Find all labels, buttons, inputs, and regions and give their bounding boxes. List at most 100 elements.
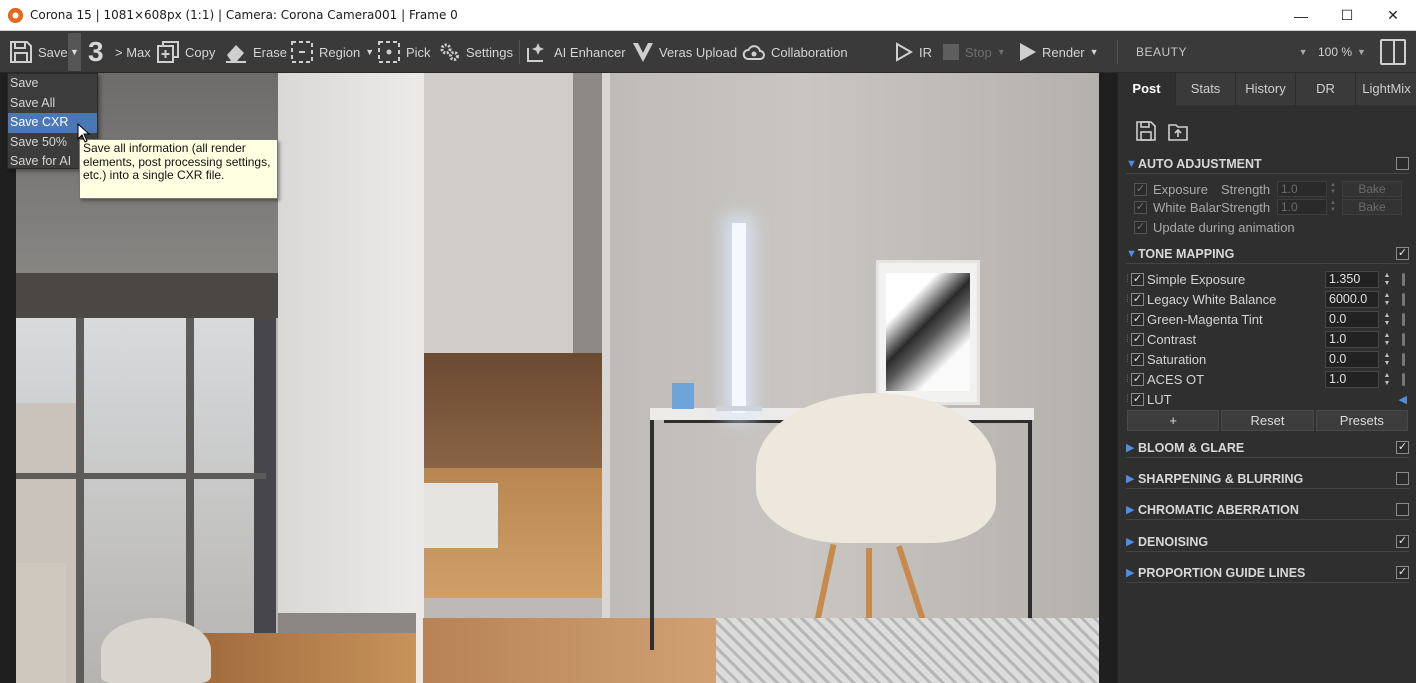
row-value-field[interactable]: 1.350	[1325, 271, 1379, 288]
section-chromatic-aberration[interactable]: ▶ CHROMATIC ABERRATION	[1126, 500, 1409, 520]
tab-lightmix[interactable]: LightMix	[1356, 73, 1416, 105]
row-slider[interactable]	[1397, 351, 1409, 368]
stop-button[interactable]: Stop ▼	[942, 31, 1006, 73]
row-checkbox[interactable]: ✓	[1131, 333, 1144, 346]
tone-mapping-checkbox[interactable]: ✓	[1396, 247, 1409, 260]
row-label: Contrast	[1147, 332, 1197, 347]
bake-white-balance-button[interactable]: Bake	[1342, 199, 1402, 215]
section-sharpening-blurring[interactable]: ▶ SHARPENING & BLURRING	[1126, 469, 1409, 489]
interactive-render-button[interactable]: IR	[894, 31, 932, 73]
row-slider[interactable]	[1397, 371, 1409, 388]
save-settings-icon[interactable]	[1136, 121, 1156, 141]
chromatic-aberration-checkbox[interactable]	[1396, 503, 1409, 516]
load-settings-icon[interactable]	[1168, 121, 1188, 141]
close-button[interactable]: ✕	[1370, 0, 1416, 31]
white-balance-strength-field[interactable]: 1.0	[1277, 199, 1327, 215]
render-button[interactable]: Render ▼	[1019, 31, 1099, 73]
strength-label: Strength	[1221, 199, 1271, 215]
drag-handle-icon[interactable]: ⁞	[1126, 374, 1130, 385]
auto-white-balance-row: ✓ White Balan Strength 1.0 ▲ ▼ Bake	[1134, 198, 1409, 216]
row-checkbox[interactable]: ✓	[1131, 293, 1144, 306]
row-slider[interactable]	[1397, 291, 1409, 308]
passes-number[interactable]: 3	[88, 31, 104, 73]
row-value-field[interactable]: 1.0	[1325, 331, 1379, 348]
pass-limit-max[interactable]: > Max	[115, 31, 151, 73]
tab-history[interactable]: History	[1236, 73, 1296, 105]
white-balance-checkbox[interactable]: ✓	[1134, 200, 1147, 214]
drag-handle-icon[interactable]: ⁞	[1126, 394, 1130, 405]
presets-button[interactable]: Presets	[1315, 410, 1408, 431]
reset-button[interactable]: Reset	[1221, 410, 1314, 431]
spinner-icon[interactable]: ▲ ▼	[1381, 291, 1393, 308]
region-button[interactable]: Region ▼	[290, 31, 374, 73]
render-element-select[interactable]: BEAUTY ▼	[1128, 39, 1312, 65]
row-value-field[interactable]: 0.0	[1325, 351, 1379, 368]
spinner-icon[interactable]: ▲ ▼	[1328, 182, 1338, 196]
veras-upload-button[interactable]: Veras Upload	[632, 31, 737, 73]
drag-handle-icon[interactable]: ⁞	[1126, 274, 1130, 285]
copy-button[interactable]: Copy	[156, 31, 215, 73]
section-auto-adjustment[interactable]: ▼ AUTO ADJUSTMENT	[1126, 154, 1409, 174]
menu-item-save[interactable]: Save	[8, 74, 97, 94]
pick-label: Pick	[406, 44, 431, 60]
spinner-icon[interactable]: ▲ ▼	[1381, 331, 1393, 348]
tab-post[interactable]: Post	[1118, 73, 1176, 105]
section-title: DENOISING	[1138, 534, 1209, 549]
denoising-checkbox[interactable]: ✓	[1396, 535, 1409, 548]
row-slider[interactable]	[1397, 331, 1409, 348]
auto-adjustment-checkbox[interactable]	[1396, 157, 1409, 170]
expand-left-triangle-icon[interactable]: ◀	[1399, 393, 1407, 406]
erase-button[interactable]: Erase	[224, 31, 287, 73]
sharpening-blurring-checkbox[interactable]	[1396, 472, 1409, 485]
collaboration-button[interactable]: Collaboration	[742, 31, 848, 73]
white-balance-label: White Balan	[1153, 199, 1221, 215]
row-slider[interactable]	[1397, 311, 1409, 328]
spinner-icon[interactable]: ▲ ▼	[1381, 351, 1393, 368]
section-proportion-guide-lines[interactable]: ▶ PROPORTION GUIDE LINES ✓	[1126, 563, 1409, 583]
proportion-guide-lines-checkbox[interactable]: ✓	[1396, 566, 1409, 579]
spinner-icon[interactable]: ▲ ▼	[1381, 311, 1393, 328]
section-bloom-glare[interactable]: ▶ BLOOM & GLARE ✓	[1126, 438, 1409, 458]
row-slider[interactable]	[1397, 271, 1409, 288]
drag-handle-icon[interactable]: ⁞	[1126, 314, 1130, 325]
section-title: CHROMATIC ABERRATION	[1138, 502, 1299, 517]
section-denoising[interactable]: ▶ DENOISING ✓	[1126, 532, 1409, 552]
bake-exposure-button[interactable]: Bake	[1342, 181, 1402, 197]
menu-item-save-all[interactable]: Save All	[8, 94, 97, 114]
tone-row-aces-ot: ⁞ ✓ ACES OT 1.0 ▲ ▼	[1126, 370, 1409, 389]
spinner-icon[interactable]: ▲ ▼	[1328, 200, 1338, 214]
drag-handle-icon[interactable]: ⁞	[1126, 354, 1130, 365]
toggle-side-panel-icon[interactable]	[1380, 39, 1406, 65]
spinner-icon[interactable]: ▲ ▼	[1381, 371, 1393, 388]
minimize-button[interactable]: —	[1278, 0, 1324, 31]
zoom-value: 100 %	[1318, 45, 1353, 59]
row-checkbox[interactable]: ✓	[1131, 373, 1144, 386]
maximize-button[interactable]: ☐	[1324, 0, 1370, 31]
row-checkbox[interactable]: ✓	[1131, 273, 1144, 286]
update-during-animation-checkbox[interactable]: ✓	[1134, 220, 1147, 234]
pick-button[interactable]: Pick	[377, 31, 431, 73]
section-tone-mapping[interactable]: ▼ TONE MAPPING ✓	[1126, 244, 1409, 264]
row-checkbox[interactable]: ✓	[1131, 393, 1144, 406]
tone-row-contrast: ⁞ ✓ Contrast 1.0 ▲ ▼	[1126, 330, 1409, 349]
tab-dr[interactable]: DR	[1296, 73, 1356, 105]
tab-stats[interactable]: Stats	[1176, 73, 1236, 105]
add-operator-button[interactable]: +	[1127, 410, 1220, 431]
drag-handle-icon[interactable]: ⁞	[1126, 294, 1130, 305]
settings-button[interactable]: Settings	[439, 31, 513, 73]
row-value-field[interactable]: 6000.0	[1325, 291, 1379, 308]
save-dropdown-arrow[interactable]: ▼	[68, 33, 81, 71]
drag-handle-icon[interactable]: ⁞	[1126, 334, 1130, 345]
zoom-select[interactable]: 100 % ▼	[1318, 39, 1374, 65]
spinner-icon[interactable]: ▲ ▼	[1381, 271, 1393, 288]
ai-enhancer-button[interactable]: AI Enhancer	[525, 31, 626, 73]
exposure-strength-field[interactable]: 1.0	[1277, 181, 1327, 197]
save-button[interactable]: Save	[9, 31, 68, 73]
row-checkbox[interactable]: ✓	[1131, 313, 1144, 326]
stop-label: Stop	[965, 44, 992, 60]
row-value-field[interactable]: 0.0	[1325, 311, 1379, 328]
exposure-checkbox[interactable]: ✓	[1134, 182, 1147, 196]
row-value-field[interactable]: 1.0	[1325, 371, 1379, 388]
bloom-glare-checkbox[interactable]: ✓	[1396, 441, 1409, 454]
row-checkbox[interactable]: ✓	[1131, 353, 1144, 366]
